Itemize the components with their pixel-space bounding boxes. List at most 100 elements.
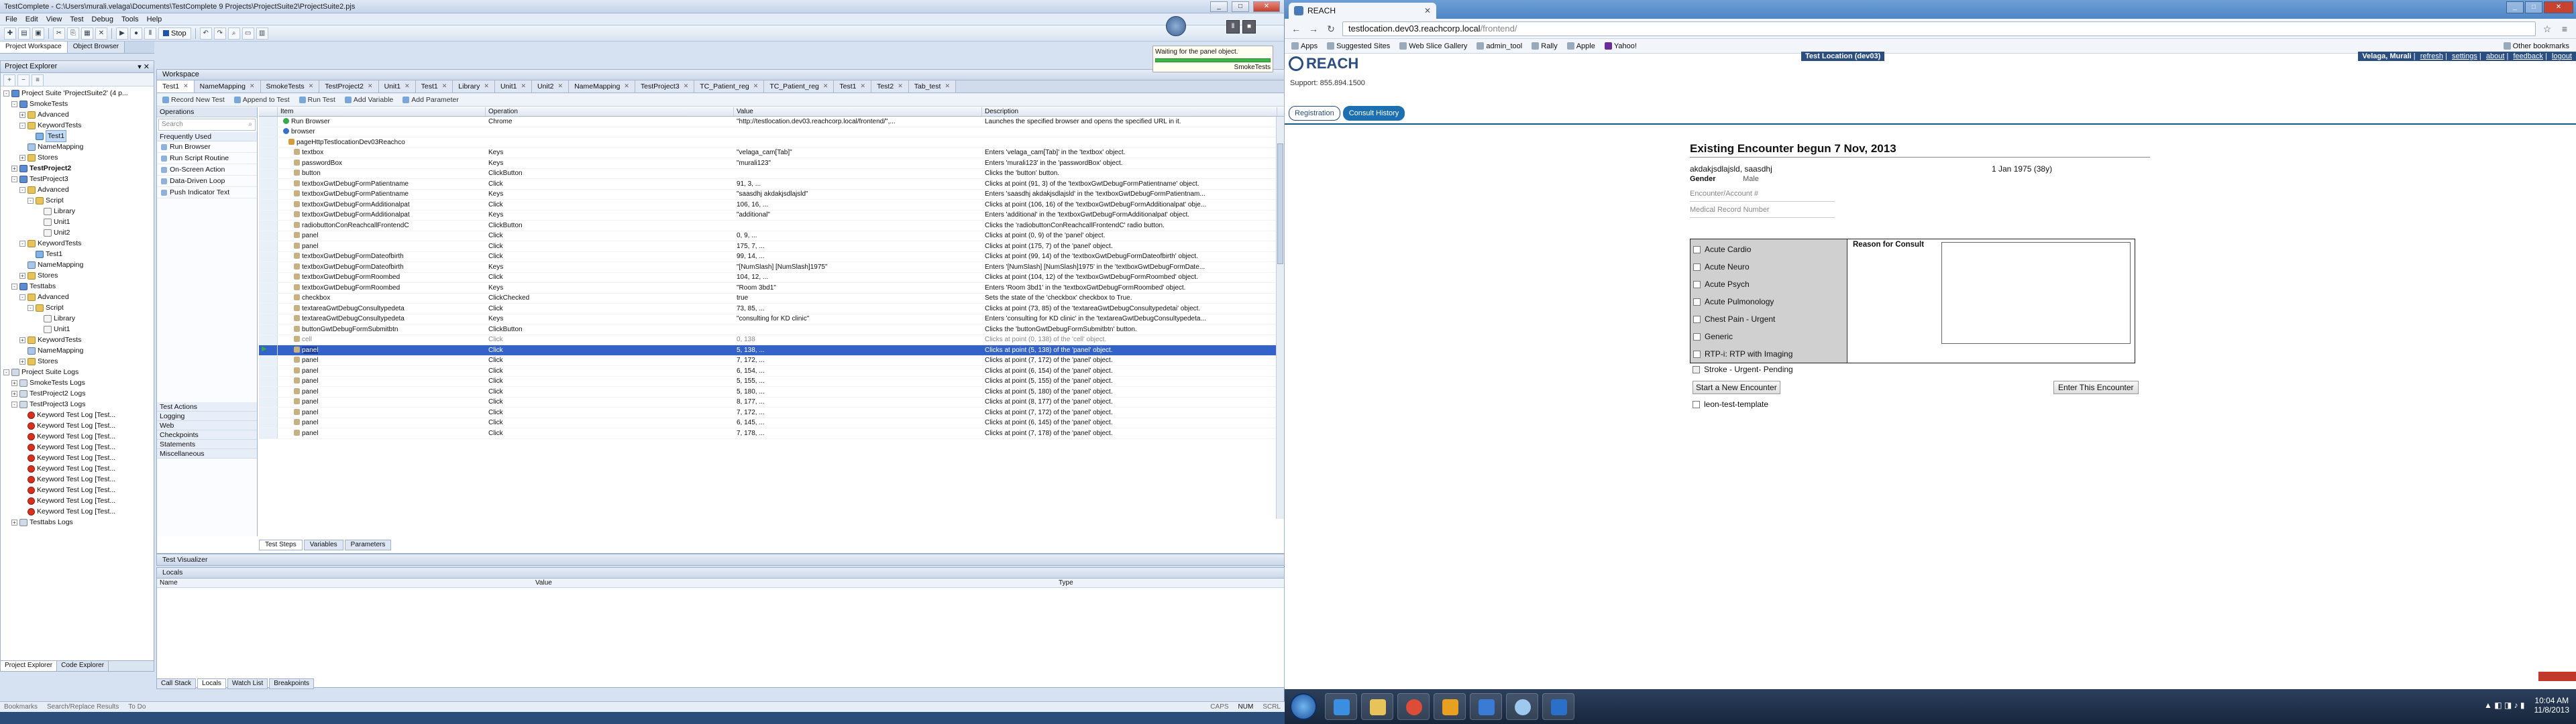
cell-operation[interactable]: Click [486, 388, 734, 396]
tree-node[interactable]: Keyword Test Log [Test... [2, 506, 152, 517]
row-gutter[interactable] [259, 324, 278, 335]
taskbar-testcomplete[interactable] [1542, 693, 1574, 720]
cell-description[interactable]: Clicks at point (7, 172) of the 'panel' … [982, 409, 1277, 416]
cell-value[interactable]: true [734, 294, 982, 302]
taskbar-ie[interactable] [1325, 693, 1357, 720]
enter-encounter-button[interactable]: Enter This Encounter [2053, 381, 2139, 394]
tree-node[interactable]: Library [2, 206, 152, 217]
test-visualizer-bar[interactable]: Test Visualizer [156, 554, 1285, 566]
chrome-maximize-button[interactable]: □ [2525, 1, 2542, 13]
cut-icon[interactable]: ✂ [53, 27, 65, 40]
doc-tab[interactable]: NameMapping ✕ [194, 80, 261, 93]
cell-value[interactable]: "saasdhj akdakjsdlajsld" [734, 190, 982, 198]
menu-debug[interactable]: Debug [92, 15, 113, 23]
tree-node[interactable]: Keyword Test Log [Test... [2, 485, 152, 495]
tab-consult-history[interactable]: Consult History [1342, 106, 1405, 121]
op-on-screen-action[interactable]: On-Screen Action [157, 164, 257, 176]
tree-node[interactable]: + Stores [2, 152, 152, 163]
cell-value[interactable]: 6, 154, ... [734, 367, 982, 375]
cell-item[interactable]: panel [278, 346, 486, 354]
table-row[interactable]: textareaGwtDebugConsultypedeta Click 73, 8… [259, 304, 1284, 314]
tree-node[interactable]: + Stores [2, 356, 152, 367]
row-gutter[interactable] [259, 397, 278, 407]
bookmark-yahoo[interactable]: Yahoo! [1604, 42, 1637, 50]
minimize-button[interactable]: _ [1210, 1, 1228, 12]
col-operation[interactable]: Operation [486, 107, 734, 116]
tab-registration[interactable]: Registration [1289, 106, 1340, 121]
cell-item[interactable]: button [278, 170, 486, 177]
consult-acute-pulmonology[interactable]: Acute Pulmonology [1690, 293, 1847, 310]
link-logout[interactable]: logout [2552, 52, 2572, 60]
tree-node[interactable]: NameMapping [2, 345, 152, 356]
cell-operation[interactable]: Click [486, 419, 734, 426]
redo-icon[interactable]: ↷ [213, 27, 226, 40]
table-row[interactable]: Run Browser Chrome "http://testlocation.de… [259, 117, 1284, 127]
cell-operation[interactable]: ClickButton [486, 222, 734, 229]
stop-button[interactable]: Stop [158, 27, 191, 40]
row-gutter[interactable] [259, 251, 278, 261]
explorer-props-icon[interactable]: ≡ [32, 74, 44, 86]
tree-node[interactable]: Keyword Test Log [Test... [2, 442, 152, 452]
explorer-add-icon[interactable]: + [3, 74, 15, 86]
cell-operation[interactable]: Click [486, 243, 734, 250]
table-row[interactable]: button ClickButton Clicks the 'button' but… [259, 168, 1284, 179]
cell-value[interactable]: "murali123" [734, 160, 982, 167]
account-number-field[interactable]: Encounter/Account # [1690, 186, 1835, 202]
cell-operation[interactable]: Click [486, 347, 734, 354]
cell-description[interactable]: Enters 'Room 3bd1' in the 'textboxGwtDeb… [982, 284, 1277, 292]
table-row[interactable]: textboxGwtDebugFormPatientname Click 91, 3… [259, 179, 1284, 190]
cell-item[interactable]: textareaGwtDebugConsultypedeta [278, 315, 486, 322]
table-row[interactable]: panel Click 7, 178, ... Clicks at point (7,… [259, 428, 1284, 439]
runner-pause-button[interactable]: Ⅱ [1226, 20, 1240, 34]
cell-operation[interactable]: Click [486, 180, 734, 188]
table-row[interactable]: buttonGwtDebugFormSubmitbtn ClickButton Cl… [259, 324, 1284, 335]
table-row[interactable]: browser [259, 127, 1284, 137]
cell-value[interactable]: "additional" [734, 211, 982, 219]
cell-item[interactable]: passwordBox [278, 159, 486, 167]
table-row[interactable]: panel Click 175, 7, ... Clicks at point (17… [259, 241, 1284, 252]
tab-close-icon[interactable]: ✕ [861, 82, 866, 90]
taskbar-chrome[interactable] [1397, 693, 1430, 720]
cell-item[interactable]: browser [278, 128, 486, 135]
tab-close-icon[interactable]: ✕ [484, 82, 489, 90]
table-row[interactable]: textboxGwtDebugFormDateofbirth Click 99, 1… [259, 251, 1284, 262]
explorer-collapse-icon[interactable]: − [17, 74, 30, 86]
cell-operation[interactable]: Click [486, 253, 734, 260]
tab-parameters[interactable]: Parameters [344, 540, 392, 550]
cell-description[interactable]: Clicks at point (91, 3) of the 'textboxG… [982, 180, 1277, 188]
start-new-encounter-button[interactable]: Start a New Encounter [1693, 381, 1780, 394]
save-icon[interactable]: ▣ [32, 27, 44, 40]
table-row[interactable]: ▶ panel Click 5, 138, ... Clicks at point (5… [259, 345, 1284, 356]
cell-description[interactable]: Clicks at point (0, 138) of the 'cell' o… [982, 336, 1277, 343]
tree-node[interactable]: - Script [2, 302, 152, 313]
bookmark-suggested-sites[interactable]: Suggested Sites [1327, 42, 1390, 50]
cell-operation[interactable]: Keys [486, 211, 734, 219]
cell-value[interactable]: 0, 138 [734, 336, 982, 343]
cell-operation[interactable]: Click [486, 398, 734, 406]
runner-stop-button[interactable]: ■ [1242, 20, 1256, 34]
stroke-pending-row[interactable]: Stroke - Urgent- Pending [1693, 365, 1793, 374]
status-search-results[interactable]: Search/Replace Results [47, 703, 119, 711]
col-value[interactable]: Value [734, 107, 982, 116]
cell-item[interactable]: textareaGwtDebugConsultypedeta [278, 304, 486, 312]
checkbox[interactable] [1693, 400, 1700, 408]
delete-icon[interactable]: ✕ [95, 27, 107, 40]
cell-item[interactable]: radiobuttonConReachcallFrontendC [278, 221, 486, 229]
tab-close-icon[interactable]: ✕ [753, 82, 759, 90]
cell-description[interactable]: Clicks at point (175, 7) of the 'panel' … [982, 243, 1277, 250]
expand-toggle-icon[interactable]: - [11, 283, 17, 290]
cell-item[interactable]: panel [278, 232, 486, 239]
cell-value[interactable]: 175, 7, ... [734, 243, 982, 250]
start-button[interactable] [1290, 693, 1317, 720]
doc-tab[interactable]: SmokeTests ✕ [260, 80, 320, 93]
expand-toggle-icon[interactable]: + [19, 154, 25, 161]
taskbar-explorer[interactable] [1361, 693, 1393, 720]
maximize-button[interactable]: □ [1232, 1, 1249, 12]
tree-node[interactable]: Library [2, 313, 152, 324]
grid-scrollbar[interactable] [1276, 117, 1284, 519]
tab-call-stack[interactable]: Call Stack [156, 678, 197, 689]
tab-close-icon[interactable]: ✕ [442, 82, 447, 90]
row-gutter[interactable] [259, 376, 278, 386]
cell-operation[interactable]: Click [486, 201, 734, 208]
cell-item[interactable]: panel [278, 367, 486, 375]
